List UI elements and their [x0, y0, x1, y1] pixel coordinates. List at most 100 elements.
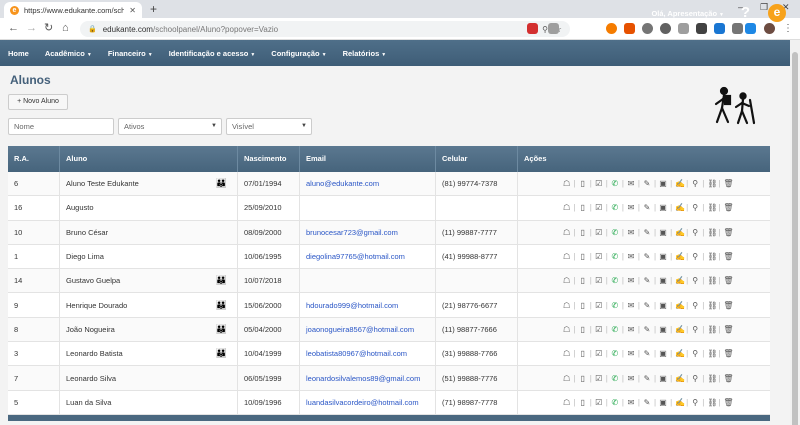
visibility-select[interactable]: Visível ▼: [226, 118, 312, 135]
search-icon[interactable]: ⚲: [691, 374, 699, 383]
trash-icon[interactable]: 🗑: [723, 325, 733, 334]
table-row[interactable]: 9 Henrique Dourado 👪 15/06/2000 hdourado999@…: [8, 293, 770, 318]
clipboard-icon[interactable]: ☑: [595, 374, 603, 383]
extension-icon[interactable]: [642, 23, 653, 34]
briefcase-icon[interactable]: ▣: [659, 203, 667, 212]
briefcase-icon[interactable]: ▣: [659, 349, 667, 358]
edukante-logo[interactable]: e: [768, 4, 786, 22]
family-edit-icon[interactable]: ☖: [563, 301, 571, 310]
book-icon[interactable]: ▯: [579, 276, 587, 285]
clipboard-icon[interactable]: ☑: [595, 228, 603, 237]
link-icon[interactable]: ⛓: [707, 276, 717, 285]
clipboard-icon[interactable]: ☑: [595, 398, 603, 407]
help-icon[interactable]: ?: [741, 4, 750, 21]
name-filter-input[interactable]: Nome: [8, 118, 114, 135]
book-icon[interactable]: ▯: [579, 203, 587, 212]
family-icon[interactable]: 👪: [216, 348, 227, 359]
pencil-icon[interactable]: ✎: [643, 276, 651, 285]
pencil-icon[interactable]: ✎: [643, 203, 651, 212]
mail-icon[interactable]: ✉: [627, 252, 635, 261]
nav-item[interactable]: Configuração ▼: [263, 49, 334, 58]
status-select[interactable]: Ativos ▼: [118, 118, 222, 135]
edit-document-icon[interactable]: ✍: [675, 203, 685, 212]
trash-icon[interactable]: 🗑: [723, 252, 733, 261]
clipboard-icon[interactable]: ☑: [595, 325, 603, 334]
email-cell[interactable]: joaonogueira8567@hotmail.com: [300, 317, 436, 342]
profile-avatar[interactable]: [764, 23, 775, 34]
browser-tab[interactable]: e https://www.edukante.com/scho ✕: [4, 2, 142, 18]
briefcase-icon[interactable]: ▣: [659, 252, 667, 261]
email-cell[interactable]: brunocesar723@gmail.com: [300, 220, 436, 244]
email-cell[interactable]: aluno@edukante.com: [300, 172, 436, 196]
edit-document-icon[interactable]: ✍: [675, 252, 685, 261]
camera-extension-icon[interactable]: [548, 23, 559, 34]
new-tab-icon[interactable]: +: [150, 2, 157, 16]
email-cell-text[interactable]: aluno@edukante.com: [306, 179, 379, 188]
mail-icon[interactable]: ✉: [627, 325, 635, 334]
link-icon[interactable]: ⛓: [707, 228, 717, 237]
book-icon[interactable]: ▯: [579, 179, 587, 188]
trash-icon[interactable]: 🗑: [723, 228, 733, 237]
family-icon[interactable]: 👪: [216, 324, 227, 335]
edit-document-icon[interactable]: ✍: [675, 398, 685, 407]
email-cell[interactable]: luandasilvacordeiro@hotmail.com: [300, 390, 436, 414]
trash-icon[interactable]: 🗑: [723, 374, 733, 383]
whatsapp-icon[interactable]: ✆: [611, 179, 619, 188]
trash-icon[interactable]: 🗑: [723, 349, 733, 358]
search-icon[interactable]: ⚲: [691, 398, 699, 407]
email-cell[interactable]: [300, 269, 436, 293]
family-edit-icon[interactable]: ☖: [563, 374, 571, 383]
trash-icon[interactable]: 🗑: [723, 398, 733, 407]
book-icon[interactable]: ▯: [579, 301, 587, 310]
home-icon[interactable]: ⌂: [62, 22, 69, 35]
email-cell-text[interactable]: leobatista80967@hotmail.com: [306, 349, 407, 358]
pencil-icon[interactable]: ✎: [643, 374, 651, 383]
edit-document-icon[interactable]: ✍: [675, 301, 685, 310]
extension-icon[interactable]: [696, 23, 707, 34]
family-edit-icon[interactable]: ☖: [563, 398, 571, 407]
edit-document-icon[interactable]: ✍: [675, 374, 685, 383]
clipboard-icon[interactable]: ☑: [595, 301, 603, 310]
edit-document-icon[interactable]: ✍: [675, 325, 685, 334]
briefcase-icon[interactable]: ▣: [659, 276, 667, 285]
mail-icon[interactable]: ✉: [627, 276, 635, 285]
email-cell-text[interactable]: brunocesar723@gmail.com: [306, 228, 398, 237]
trash-icon[interactable]: 🗑: [723, 301, 733, 310]
table-row[interactable]: 1 Diego Lima 10/06/1995 diegolina97765@hotm…: [8, 244, 770, 270]
book-icon[interactable]: ▯: [579, 252, 587, 261]
close-tab-icon[interactable]: ✕: [129, 6, 136, 15]
edit-document-icon[interactable]: ✍: [675, 276, 685, 285]
clipboard-icon[interactable]: ☑: [595, 276, 603, 285]
family-edit-icon[interactable]: ☖: [563, 228, 571, 237]
edit-document-icon[interactable]: ✍: [675, 179, 685, 188]
briefcase-icon[interactable]: ▣: [659, 228, 667, 237]
link-icon[interactable]: ⛓: [707, 301, 717, 310]
trash-icon[interactable]: 🗑: [723, 276, 733, 285]
book-icon[interactable]: ▯: [579, 349, 587, 358]
page-scrollbar[interactable]: [790, 40, 800, 425]
search-icon[interactable]: ⚲: [691, 325, 699, 334]
table-row[interactable]: 14 Gustavo Guelpa 👪 10/07/2018 ☖ | ▯ | ☑ | ✆ | ✉ | ✎ | ▣…: [8, 269, 770, 294]
column-header[interactable]: R.A.: [8, 146, 60, 172]
briefcase-icon[interactable]: ▣: [659, 374, 667, 383]
family-edit-icon[interactable]: ☖: [563, 276, 571, 285]
trash-icon[interactable]: 🗑: [723, 179, 733, 188]
pencil-icon[interactable]: ✎: [643, 325, 651, 334]
nav-item[interactable]: Financeiro ▼: [100, 49, 161, 58]
mail-icon[interactable]: ✉: [627, 301, 635, 310]
address-bar[interactable]: 🔒 edukante.com/schoolpanel/Aluno?popover…: [80, 21, 570, 37]
clipboard-icon[interactable]: ☑: [595, 349, 603, 358]
nav-item[interactable]: Identificação e acesso ▼: [161, 49, 264, 58]
column-header[interactable]: Aluno: [60, 146, 238, 172]
family-icon[interactable]: 👪: [216, 300, 227, 311]
nav-item[interactable]: Home: [0, 49, 37, 58]
link-icon[interactable]: ⛓: [707, 203, 717, 212]
family-icon[interactable]: 👪: [216, 275, 227, 286]
table-row[interactable]: 8 João Nogueira 👪 05/04/2000 joaonogueira856…: [8, 317, 770, 343]
edit-document-icon[interactable]: ✍: [675, 349, 685, 358]
email-cell[interactable]: [300, 196, 436, 220]
search-icon[interactable]: ⚲: [691, 228, 699, 237]
reload-icon[interactable]: ↻: [44, 22, 53, 35]
email-cell-text[interactable]: leonardosilvalemos89@gmail.com: [306, 374, 420, 383]
link-icon[interactable]: ⛓: [707, 398, 717, 407]
